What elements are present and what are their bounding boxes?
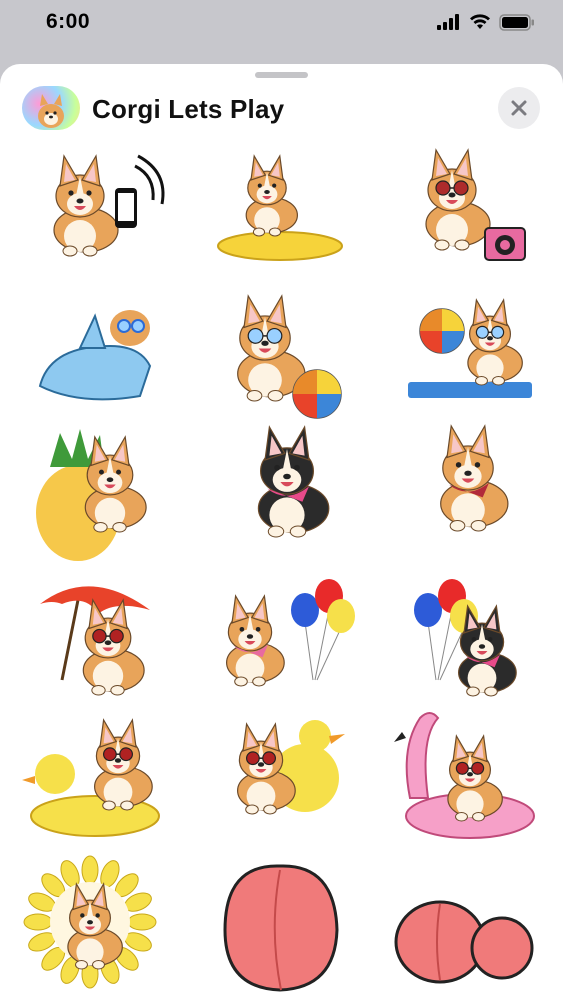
two-peaches-sticker-art	[394, 900, 534, 984]
close-button[interactable]	[498, 87, 540, 129]
corgi-pineapple-sticker-art	[36, 429, 147, 561]
corgi-umbrella-sticker-art	[40, 586, 150, 696]
status-bar: 6:00	[0, 0, 563, 44]
app-title: Corgi Lets Play	[92, 94, 285, 124]
corgi-camera-sticker-art	[425, 148, 526, 261]
corgi-flamingo-float-sticker[interactable]	[390, 708, 540, 853]
corgi-float-sticker-art	[217, 154, 343, 261]
corgi-sunflower-sticker-art	[23, 855, 157, 989]
corgi-float-sticker[interactable]	[205, 138, 355, 283]
tricolor-corgi-balloons-sticker-art	[414, 579, 517, 697]
corgi-duck-float-sticker[interactable]	[20, 708, 170, 853]
corgi-shark-costume-sticker[interactable]	[20, 286, 170, 431]
corgi-rubber-duck-sticker[interactable]	[205, 708, 355, 853]
corgi-yoga-ball-sticker-art	[408, 298, 532, 398]
corgi-shark-costume-sticker-art	[38, 310, 152, 401]
sheet-header: Corgi Lets Play	[0, 84, 563, 134]
corgi-goggles-ball-sticker[interactable]	[205, 286, 355, 431]
status-time: 6:00	[46, 10, 91, 33]
corgi-sunflower-sticker[interactable]	[20, 850, 170, 995]
tricolor-corgi-pink-scarf-sticker-art	[257, 425, 330, 538]
corgi-phone-sticker-art	[53, 154, 165, 257]
corgi-umbrella-sticker[interactable]	[20, 570, 170, 715]
status-icons	[437, 13, 535, 31]
tricolor-corgi-pink-scarf-sticker[interactable]	[205, 423, 355, 568]
corgi-goggles-ball-sticker-art	[237, 294, 342, 419]
battery-icon	[499, 13, 534, 31]
corgi-camera-sticker[interactable]	[390, 138, 540, 283]
wifi-icon	[470, 14, 490, 29]
sheet-grabber[interactable]	[255, 72, 308, 78]
peach-sticker-art	[223, 864, 339, 992]
tricolor-corgi-balloons-sticker[interactable]	[390, 570, 540, 715]
cellular-signal-icon	[437, 14, 459, 30]
corgi-rubber-duck-sticker-art	[237, 720, 345, 815]
corgi-pineapple-sticker[interactable]	[20, 423, 170, 568]
corgi-red-scarf-sticker[interactable]	[390, 423, 540, 568]
peach-sticker[interactable]	[205, 850, 355, 995]
corgi-balloons-sticker[interactable]	[205, 570, 355, 715]
corgi-flamingo-float-sticker-art	[394, 712, 535, 839]
sticker-sheet: Corgi Lets Play	[0, 64, 563, 1000]
corgi-duck-float-sticker-art	[22, 718, 160, 837]
corgi-phone-sticker[interactable]	[20, 138, 170, 283]
close-icon	[511, 100, 527, 116]
corgi-red-scarf-sticker-art	[440, 424, 509, 532]
corgi-balloons-sticker-art	[226, 579, 355, 687]
corgi-app-icon	[22, 86, 80, 130]
two-peaches-sticker[interactable]	[390, 850, 540, 995]
corgi-yoga-ball-sticker[interactable]	[390, 286, 540, 431]
